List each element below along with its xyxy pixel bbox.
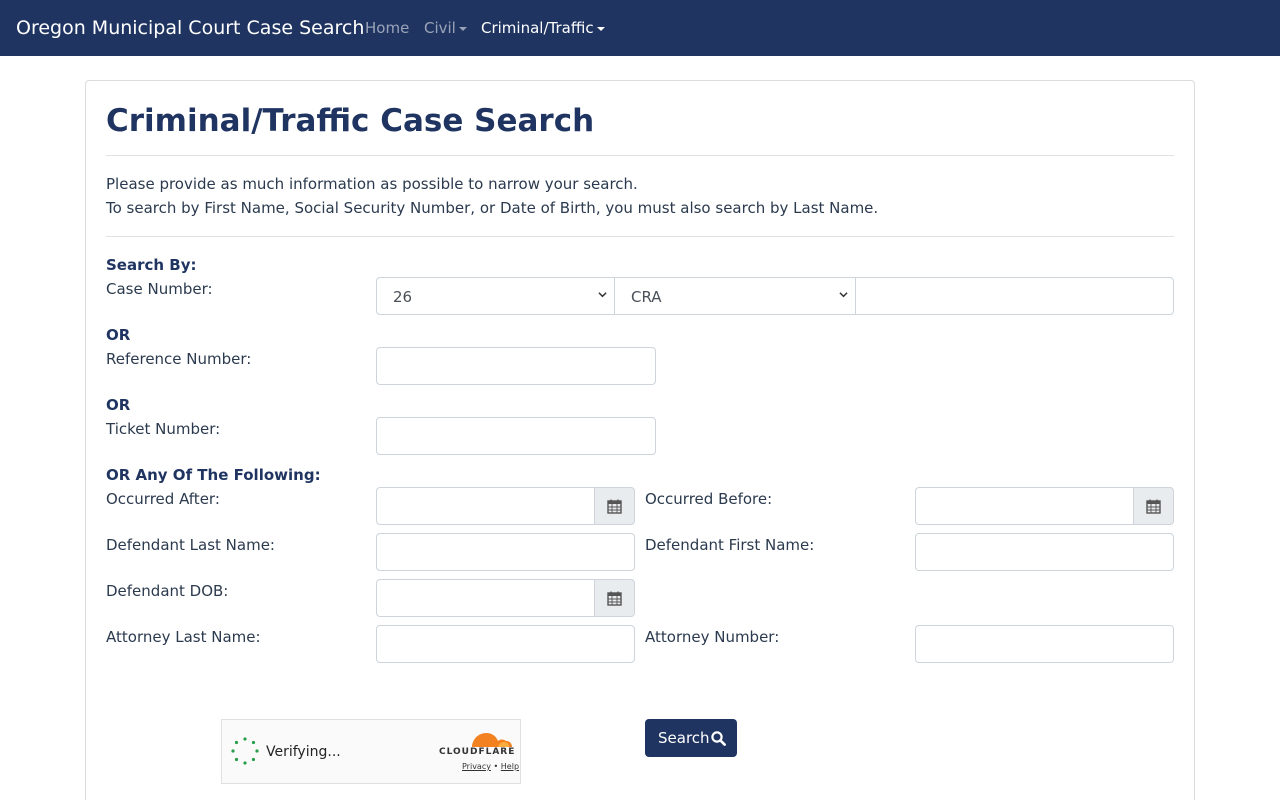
caret-down-icon	[596, 26, 605, 31]
occurred-before-label: Occurred Before:	[645, 490, 773, 508]
defendant-dob-calendar-button[interactable]	[594, 579, 635, 617]
navbar: Oregon Municipal Court Case Search Home …	[0, 0, 1280, 56]
search-icon	[711, 731, 726, 746]
attorney-last-name-input[interactable]	[376, 625, 635, 663]
or-separator: OR	[106, 396, 131, 414]
nav-civil-label: Civil	[424, 19, 456, 37]
defendant-first-name-input[interactable]	[915, 533, 1174, 571]
calendar-icon	[1146, 499, 1161, 514]
verifying-status: Verifying...	[266, 744, 341, 760]
loading-spinner-icon	[231, 737, 259, 765]
occurred-after-calendar-button[interactable]	[594, 487, 635, 525]
defendant-last-name-label: Defendant Last Name:	[106, 536, 275, 554]
case-type-value: CRA	[631, 288, 662, 306]
search-button[interactable]: Search	[645, 719, 737, 757]
ticket-number-input[interactable]	[376, 417, 656, 455]
captcha-links: Privacy • Help	[462, 762, 519, 771]
reference-number-input[interactable]	[376, 347, 656, 385]
search-by-heading: Search By:	[106, 256, 197, 274]
caret-down-icon	[458, 26, 467, 31]
nav-home[interactable]: Home	[365, 19, 409, 37]
calendar-icon	[607, 499, 622, 514]
attorney-last-name-label: Attorney Last Name:	[106, 628, 261, 646]
occurred-after-input[interactable]	[376, 487, 595, 525]
help-link[interactable]: Help	[501, 762, 519, 771]
case-type-select[interactable]: CRA	[614, 277, 856, 315]
defendant-last-name-input[interactable]	[376, 533, 635, 571]
link-separator: •	[493, 762, 499, 771]
occurred-before-input[interactable]	[915, 487, 1134, 525]
chevron-down-icon	[839, 292, 848, 298]
cloudflare-turnstile-widget[interactable]: Verifying... CLOUDFLARE Privacy • Help	[221, 719, 521, 784]
intro-line-2: To search by First Name, Social Security…	[106, 199, 879, 217]
attorney-number-label: Attorney Number:	[645, 628, 780, 646]
cloudflare-wordmark: CLOUDFLARE	[439, 747, 516, 757]
search-button-label: Search	[658, 729, 710, 747]
defendant-first-name-label: Defendant First Name:	[645, 536, 815, 554]
nav-civil-dropdown[interactable]: Civil	[424, 19, 467, 37]
intro-line-1: Please provide as much information as po…	[106, 175, 638, 193]
reference-number-label: Reference Number:	[106, 350, 252, 368]
defendant-dob-label: Defendant DOB:	[106, 582, 229, 600]
case-sequence-input[interactable]	[855, 277, 1174, 315]
occurred-after-label: Occurred After:	[106, 490, 220, 508]
or-separator: OR	[106, 326, 131, 344]
or-any-heading: OR Any Of The Following:	[106, 466, 321, 484]
navbar-brand[interactable]: Oregon Municipal Court Case Search	[16, 16, 364, 40]
case-year-select[interactable]: 26	[376, 277, 615, 315]
ticket-number-label: Ticket Number:	[106, 420, 221, 438]
calendar-icon	[607, 591, 622, 606]
defendant-dob-input[interactable]	[376, 579, 595, 617]
divider	[106, 236, 1174, 237]
case-year-value: 26	[393, 288, 413, 306]
page-title: Criminal/Traffic Case Search	[106, 103, 595, 139]
chevron-down-icon	[598, 292, 607, 298]
attorney-number-input[interactable]	[915, 625, 1174, 663]
nav-criminal-traffic-label: Criminal/Traffic	[481, 19, 594, 37]
occurred-before-calendar-button[interactable]	[1133, 487, 1174, 525]
privacy-link[interactable]: Privacy	[462, 762, 491, 771]
divider	[106, 155, 1174, 156]
case-number-label: Case Number:	[106, 280, 213, 298]
nav-criminal-traffic-dropdown[interactable]: Criminal/Traffic	[481, 19, 605, 37]
cloudflare-cloud-icon	[472, 733, 512, 747]
